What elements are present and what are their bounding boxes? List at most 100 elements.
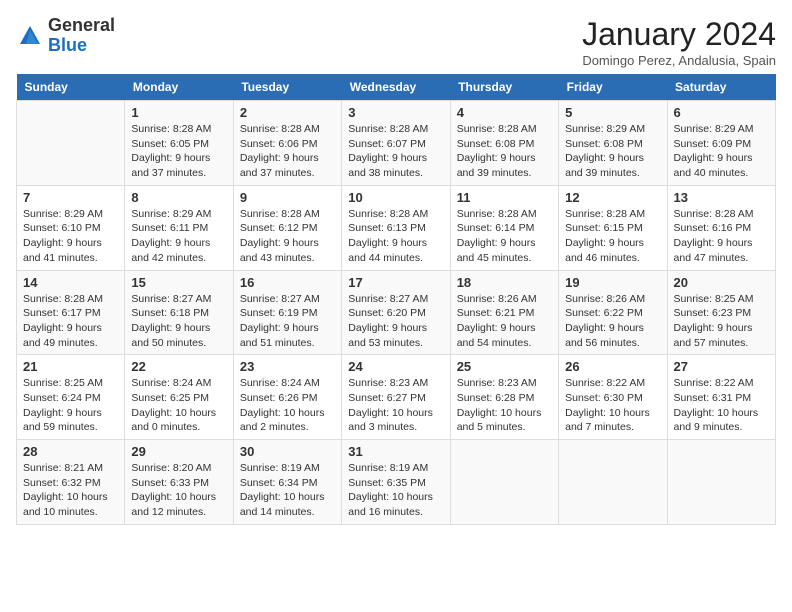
calendar-empty bbox=[559, 440, 667, 525]
day-number: 26 bbox=[565, 359, 660, 374]
day-number: 24 bbox=[348, 359, 443, 374]
calendar-day-16: 16Sunrise: 8:27 AM Sunset: 6:19 PM Dayli… bbox=[233, 270, 341, 355]
day-number: 15 bbox=[131, 275, 226, 290]
day-info: Sunrise: 8:29 AM Sunset: 6:11 PM Dayligh… bbox=[131, 207, 226, 266]
day-number: 7 bbox=[23, 190, 118, 205]
day-number: 23 bbox=[240, 359, 335, 374]
calendar-day-6: 6 Sunrise: 8:29 AM Sunset: 6:09 PM Daylig… bbox=[667, 101, 775, 186]
header-tuesday: Tuesday bbox=[233, 74, 341, 101]
day-number: 30 bbox=[240, 444, 335, 459]
day-info: Sunrise: 8:28 AM Sunset: 6:14 PM Dayligh… bbox=[457, 207, 552, 266]
day-info: Sunrise: 8:29 AM Sunset: 6:09 PM Dayligh… bbox=[674, 122, 769, 181]
day-number: 28 bbox=[23, 444, 118, 459]
day-number: 31 bbox=[348, 444, 443, 459]
calendar-day-17: 17 Sunrise: 8:27 AM Sunset: 6:20 PM Dayli… bbox=[342, 270, 450, 355]
calendar-day-19: 19Sunrise: 8:26 AM Sunset: 6:22 PM Dayli… bbox=[559, 270, 667, 355]
calendar-day-9: 9 Sunrise: 8:28 AM Sunset: 6:12 PM Daylig… bbox=[233, 185, 341, 270]
day-number: 10 bbox=[348, 190, 443, 205]
day-info: Sunrise: 8:24 AM Sunset: 6:25 PM Dayligh… bbox=[131, 376, 226, 435]
calendar-empty bbox=[450, 440, 558, 525]
header-wednesday: Wednesday bbox=[342, 74, 450, 101]
calendar-empty bbox=[17, 101, 125, 186]
calendar-week-row: 21 Sunrise: 8:25 AM Sunset: 6:24 PM Dayli… bbox=[17, 355, 776, 440]
calendar-day-31: 31 Sunrise: 8:19 AM Sunset: 6:35 PM Dayli… bbox=[342, 440, 450, 525]
calendar-empty bbox=[667, 440, 775, 525]
calendar-day-13: 13Sunrise: 8:28 AM Sunset: 6:16 PM Dayli… bbox=[667, 185, 775, 270]
day-info: Sunrise: 8:26 AM Sunset: 6:21 PM Dayligh… bbox=[457, 292, 552, 351]
header-friday: Friday bbox=[559, 74, 667, 101]
calendar-day-7: 7Sunrise: 8:29 AM Sunset: 6:10 PM Daylig… bbox=[17, 185, 125, 270]
calendar-week-row: 28Sunrise: 8:21 AM Sunset: 6:32 PM Dayli… bbox=[17, 440, 776, 525]
calendar-day-1: 1Sunrise: 8:28 AM Sunset: 6:05 PM Daylig… bbox=[125, 101, 233, 186]
calendar-day-12: 12 Sunrise: 8:28 AM Sunset: 6:15 PM Dayli… bbox=[559, 185, 667, 270]
day-info: Sunrise: 8:28 AM Sunset: 6:07 PM Dayligh… bbox=[348, 122, 443, 181]
day-number: 20 bbox=[674, 275, 769, 290]
calendar-day-30: 30 Sunrise: 8:19 AM Sunset: 6:34 PM Dayli… bbox=[233, 440, 341, 525]
calendar-day-3: 3Sunrise: 8:28 AM Sunset: 6:07 PM Daylig… bbox=[342, 101, 450, 186]
calendar-day-14: 14 Sunrise: 8:28 AM Sunset: 6:17 PM Dayli… bbox=[17, 270, 125, 355]
day-info: Sunrise: 8:20 AM Sunset: 6:33 PM Dayligh… bbox=[131, 461, 226, 520]
day-number: 16 bbox=[240, 275, 335, 290]
calendar-week-row: 1Sunrise: 8:28 AM Sunset: 6:05 PM Daylig… bbox=[17, 101, 776, 186]
calendar-day-26: 26Sunrise: 8:22 AM Sunset: 6:30 PM Dayli… bbox=[559, 355, 667, 440]
calendar-day-24: 24 Sunrise: 8:23 AM Sunset: 6:27 PM Dayli… bbox=[342, 355, 450, 440]
day-info: Sunrise: 8:28 AM Sunset: 6:13 PM Dayligh… bbox=[348, 207, 443, 266]
day-info: Sunrise: 8:28 AM Sunset: 6:12 PM Dayligh… bbox=[240, 207, 335, 266]
day-number: 27 bbox=[674, 359, 769, 374]
day-number: 12 bbox=[565, 190, 660, 205]
day-info: Sunrise: 8:29 AM Sunset: 6:08 PM Dayligh… bbox=[565, 122, 660, 181]
day-info: Sunrise: 8:23 AM Sunset: 6:28 PM Dayligh… bbox=[457, 376, 552, 435]
day-number: 22 bbox=[131, 359, 226, 374]
calendar-header-row: SundayMondayTuesdayWednesdayThursdayFrid… bbox=[17, 74, 776, 101]
calendar-day-4: 4 Sunrise: 8:28 AM Sunset: 6:08 PM Daylig… bbox=[450, 101, 558, 186]
calendar-day-15: 15 Sunrise: 8:27 AM Sunset: 6:18 PM Dayli… bbox=[125, 270, 233, 355]
day-info: Sunrise: 8:28 AM Sunset: 6:05 PM Dayligh… bbox=[131, 122, 226, 181]
subtitle: Domingo Perez, Andalusia, Spain bbox=[582, 53, 776, 68]
day-info: Sunrise: 8:23 AM Sunset: 6:27 PM Dayligh… bbox=[348, 376, 443, 435]
calendar-day-2: 2Sunrise: 8:28 AM Sunset: 6:06 PM Daylig… bbox=[233, 101, 341, 186]
month-title: January 2024 bbox=[582, 16, 776, 53]
day-number: 14 bbox=[23, 275, 118, 290]
calendar-day-27: 27 Sunrise: 8:22 AM Sunset: 6:31 PM Dayli… bbox=[667, 355, 775, 440]
calendar-day-22: 22 Sunrise: 8:24 AM Sunset: 6:25 PM Dayli… bbox=[125, 355, 233, 440]
header-sunday: Sunday bbox=[17, 74, 125, 101]
page-header: General Blue January 2024 Domingo Perez,… bbox=[16, 16, 776, 68]
day-number: 18 bbox=[457, 275, 552, 290]
day-info: Sunrise: 8:25 AM Sunset: 6:24 PM Dayligh… bbox=[23, 376, 118, 435]
day-info: Sunrise: 8:28 AM Sunset: 6:17 PM Dayligh… bbox=[23, 292, 118, 351]
day-info: Sunrise: 8:26 AM Sunset: 6:22 PM Dayligh… bbox=[565, 292, 660, 351]
header-thursday: Thursday bbox=[450, 74, 558, 101]
header-monday: Monday bbox=[125, 74, 233, 101]
day-number: 29 bbox=[131, 444, 226, 459]
day-info: Sunrise: 8:28 AM Sunset: 6:15 PM Dayligh… bbox=[565, 207, 660, 266]
day-number: 5 bbox=[565, 105, 660, 120]
day-number: 8 bbox=[131, 190, 226, 205]
day-info: Sunrise: 8:19 AM Sunset: 6:35 PM Dayligh… bbox=[348, 461, 443, 520]
day-number: 6 bbox=[674, 105, 769, 120]
day-info: Sunrise: 8:28 AM Sunset: 6:06 PM Dayligh… bbox=[240, 122, 335, 181]
logo-general: General bbox=[48, 16, 115, 36]
day-info: Sunrise: 8:28 AM Sunset: 6:08 PM Dayligh… bbox=[457, 122, 552, 181]
day-info: Sunrise: 8:27 AM Sunset: 6:20 PM Dayligh… bbox=[348, 292, 443, 351]
day-number: 4 bbox=[457, 105, 552, 120]
calendar-day-23: 23 Sunrise: 8:24 AM Sunset: 6:26 PM Dayli… bbox=[233, 355, 341, 440]
calendar-day-11: 11 Sunrise: 8:28 AM Sunset: 6:14 PM Dayli… bbox=[450, 185, 558, 270]
day-number: 21 bbox=[23, 359, 118, 374]
title-block: January 2024 Domingo Perez, Andalusia, S… bbox=[582, 16, 776, 68]
calendar-day-29: 29 Sunrise: 8:20 AM Sunset: 6:33 PM Dayli… bbox=[125, 440, 233, 525]
calendar-day-20: 20 Sunrise: 8:25 AM Sunset: 6:23 PM Dayli… bbox=[667, 270, 775, 355]
day-number: 11 bbox=[457, 190, 552, 205]
day-number: 17 bbox=[348, 275, 443, 290]
day-number: 9 bbox=[240, 190, 335, 205]
calendar-day-18: 18 Sunrise: 8:26 AM Sunset: 6:21 PM Dayli… bbox=[450, 270, 558, 355]
logo: General Blue bbox=[16, 16, 115, 56]
day-info: Sunrise: 8:27 AM Sunset: 6:18 PM Dayligh… bbox=[131, 292, 226, 351]
day-number: 13 bbox=[674, 190, 769, 205]
day-info: Sunrise: 8:19 AM Sunset: 6:34 PM Dayligh… bbox=[240, 461, 335, 520]
calendar-table: SundayMondayTuesdayWednesdayThursdayFrid… bbox=[16, 74, 776, 525]
header-saturday: Saturday bbox=[667, 74, 775, 101]
day-info: Sunrise: 8:22 AM Sunset: 6:31 PM Dayligh… bbox=[674, 376, 769, 435]
day-info: Sunrise: 8:24 AM Sunset: 6:26 PM Dayligh… bbox=[240, 376, 335, 435]
day-info: Sunrise: 8:25 AM Sunset: 6:23 PM Dayligh… bbox=[674, 292, 769, 351]
calendar-day-28: 28Sunrise: 8:21 AM Sunset: 6:32 PM Dayli… bbox=[17, 440, 125, 525]
